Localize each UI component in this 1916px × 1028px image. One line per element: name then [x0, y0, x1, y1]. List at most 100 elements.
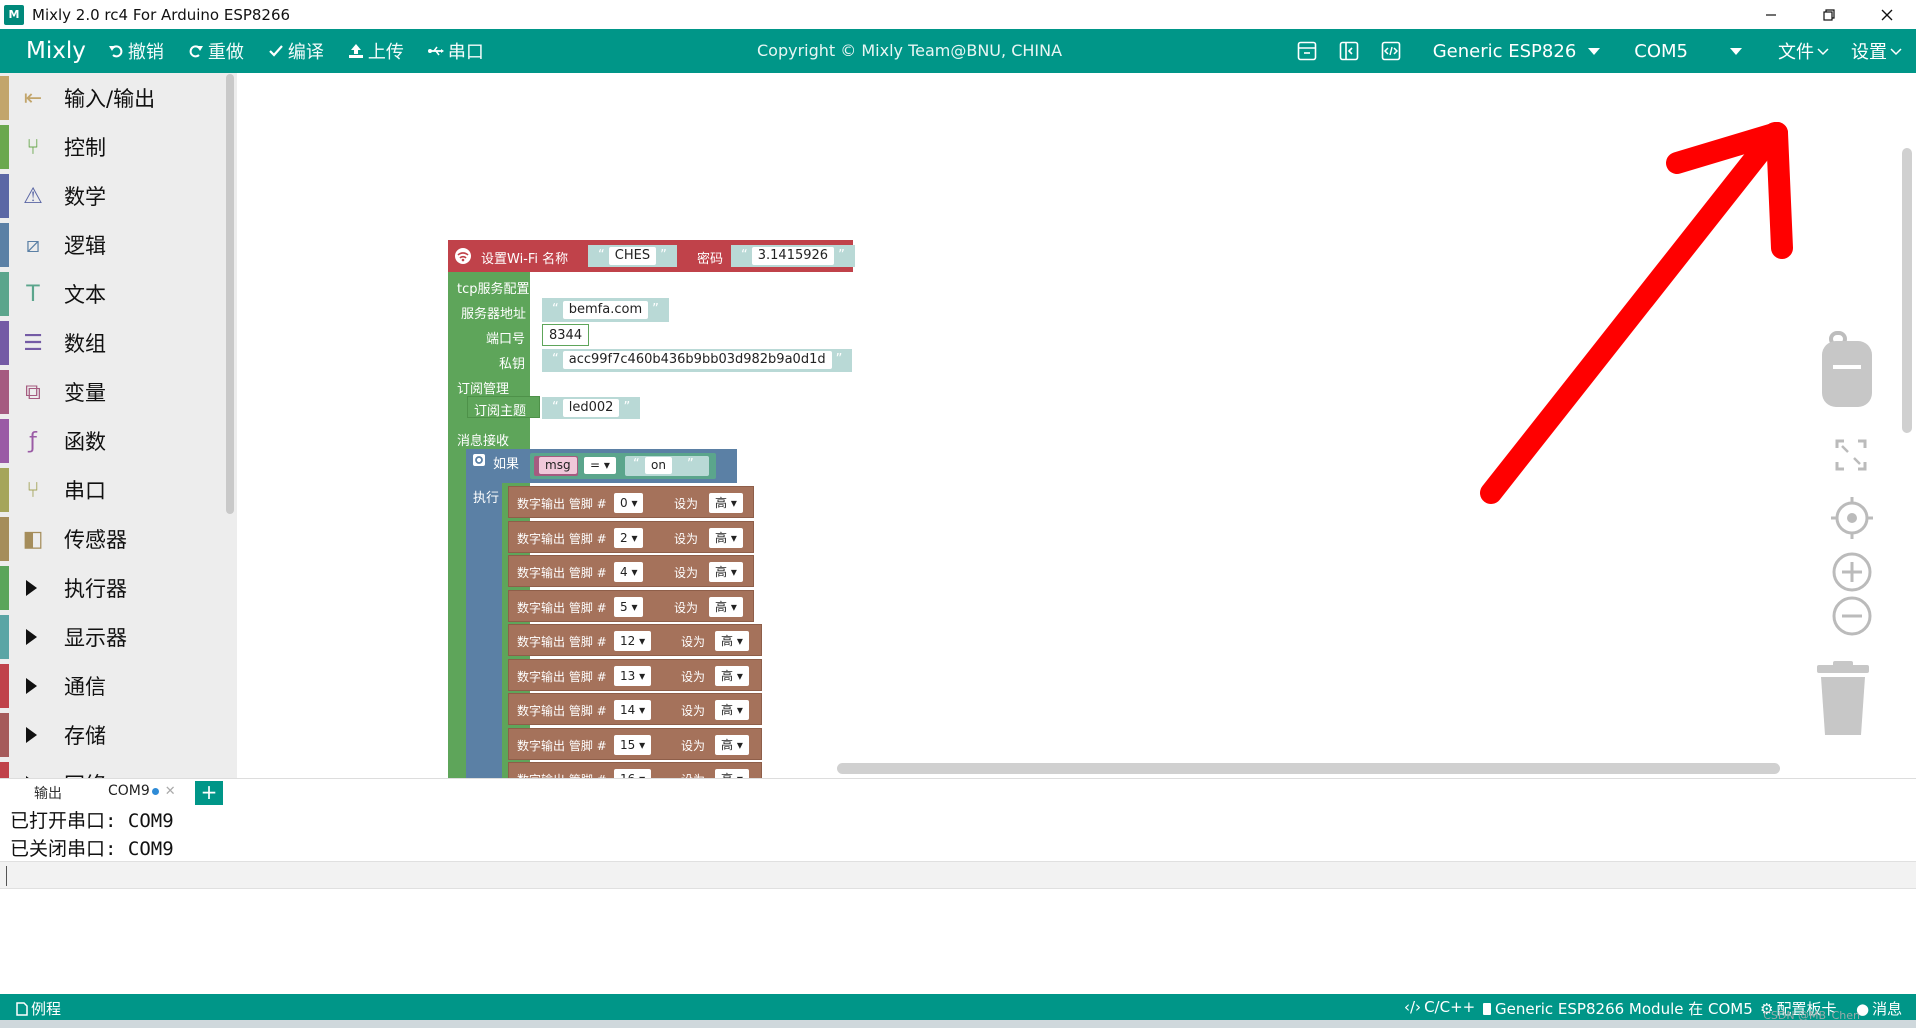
workspace-horizontal-scrollbar[interactable] — [837, 763, 1780, 774]
category-folder[interactable]: 执行器 — [0, 564, 226, 612]
category-logic[interactable]: ⧄ 逻辑 — [0, 221, 226, 269]
level-dropdown[interactable]: 高 ▾ — [715, 631, 749, 651]
category-control[interactable]: ⑂ 控制 — [0, 123, 226, 171]
category-function[interactable]: ƒ 函数 — [0, 417, 226, 465]
compare-block[interactable]: msg = ▾ “ on ” — [530, 453, 716, 479]
wifi-ssid-value[interactable]: CHES — [608, 247, 657, 265]
zoom-in-icon[interactable] — [1831, 551, 1873, 593]
serial-button[interactable]: 串口 — [427, 38, 484, 64]
close-tab-icon[interactable]: ✕ — [165, 784, 176, 799]
board-status[interactable]: Generic ESP8266 Module 在 COM5 — [1482, 998, 1753, 1019]
minimize-button[interactable] — [1742, 0, 1800, 29]
if-block[interactable]: 如果 msg = ▾ “ on ” — [466, 449, 737, 483]
level-dropdown[interactable]: 高 ▾ — [709, 562, 743, 582]
layout-top-button[interactable] — [1295, 39, 1319, 63]
pin-dropdown[interactable]: 12 ▾ — [614, 631, 652, 651]
set-to-label: 设为 — [674, 497, 699, 511]
pin-dropdown[interactable]: 14 ▾ — [614, 700, 652, 720]
digital-write-block[interactable]: 数字输出 管脚 # 0 ▾ 设为高 ▾ — [508, 486, 754, 518]
pin-dropdown[interactable]: 5 ▾ — [614, 596, 644, 617]
wifi-password-value[interactable]: 3.1415926 — [751, 247, 835, 265]
digital-write-block[interactable]: 数字输出 管脚 # 14 ▾ 设为高 ▾ — [508, 693, 762, 725]
msg-variable[interactable]: msg — [534, 456, 578, 476]
category-folder[interactable]: 网络 — [0, 760, 226, 778]
compile-button[interactable]: 编译 — [268, 38, 324, 64]
fullscreen-icon[interactable] — [1834, 438, 1868, 472]
blockly-workspace[interactable]: 设置Wi-Fi 名称 “CHES” 密码 “3.1415926” tcp服务配置… — [237, 73, 1916, 778]
recenter-icon[interactable] — [1831, 497, 1873, 539]
console-input[interactable] — [0, 861, 1916, 889]
pin-dropdown[interactable]: 13 ▾ — [614, 665, 652, 686]
messages-button[interactable]: ● 消息 — [1856, 998, 1902, 1019]
backpack-icon[interactable] — [1819, 331, 1875, 411]
tab-com9[interactable]: COM9 ✕ — [108, 783, 176, 799]
server-address-value[interactable]: bemfa.com — [562, 301, 649, 319]
pin-dropdown[interactable]: 15 ▾ — [614, 734, 652, 755]
upload-button[interactable]: 上传 — [348, 38, 404, 64]
digital-write-label: 数字输出 管脚 # — [517, 635, 607, 649]
close-button[interactable] — [1858, 0, 1916, 29]
compare-value[interactable]: on — [645, 457, 672, 474]
digital-write-block[interactable]: 数字输出 管脚 # 13 ▾ 设为高 ▾ — [508, 658, 762, 691]
pin-dropdown[interactable]: 16 ▾ — [614, 769, 652, 778]
wifi-ssid-field[interactable]: “CHES” — [588, 245, 677, 267]
undo-button[interactable]: 撤销 — [108, 38, 164, 64]
compare-operator[interactable]: = ▾ — [584, 457, 616, 474]
subscribe-topic-value[interactable]: led002 — [562, 399, 620, 417]
category-variable[interactable]: ⧉ 变量 — [0, 368, 226, 416]
wifi-setup-block[interactable]: 设置Wi-Fi 名称 “CHES” 密码 “3.1415926” — [448, 240, 855, 272]
category-sensor[interactable]: ◧ 传感器 — [0, 515, 226, 563]
category-folder[interactable]: 存储 — [0, 711, 226, 759]
digital-write-block[interactable]: 数字输出 管脚 # 16 ▾ 设为 高 ▾ — [508, 762, 762, 778]
pin-dropdown[interactable]: 4 ▾ — [614, 562, 644, 582]
level-dropdown[interactable]: 高 ▾ — [715, 665, 749, 686]
wifi-password-label: 密码 — [697, 252, 724, 267]
file-menu[interactable]: 文件 — [1778, 38, 1829, 64]
private-key-value[interactable]: acc99f7c460b436b9bb03d982b9a0d1d — [562, 351, 832, 369]
code-view-button[interactable] — [1379, 39, 1403, 63]
level-dropdown[interactable]: 高 ▾ — [715, 734, 749, 755]
digital-write-block[interactable]: 数字输出 管脚 # 15 ▾ 设为高 ▾ — [508, 727, 762, 760]
trash-icon[interactable] — [1815, 661, 1871, 737]
digital-write-block[interactable]: 数字输出 管脚 # 2 ▾ 设为高 ▾ — [508, 520, 754, 553]
level-dropdown[interactable]: 高 ▾ — [709, 493, 743, 513]
port-number-value[interactable]: 8344 — [549, 328, 582, 343]
digital-write-block[interactable]: 数字输出 管脚 # 5 ▾ 设为高 ▾ — [508, 589, 754, 622]
level-dropdown[interactable]: 高 ▾ — [715, 700, 749, 720]
wifi-password-field[interactable]: “3.1415926” — [731, 245, 855, 267]
pin-dropdown[interactable]: 0 ▾ — [614, 493, 644, 513]
category-math[interactable]: ⚠ 数学 — [0, 172, 226, 220]
pin-dropdown[interactable]: 2 ▾ — [614, 527, 644, 548]
category-text[interactable]: T 文本 — [0, 270, 226, 318]
level-dropdown[interactable]: 高 ▾ — [709, 527, 743, 548]
digital-write-block[interactable]: 数字输出 管脚 # 4 ▾ 设为高 ▾ — [508, 555, 754, 587]
toolbox-scrollbar[interactable] — [226, 74, 234, 514]
category-folder[interactable]: 显示器 — [0, 613, 226, 661]
private-key-field[interactable]: “acc99f7c460b436b9bb03d982b9a0d1d” — [542, 349, 853, 372]
language-indicator[interactable]: ‹/› C/C++ — [1404, 998, 1475, 1016]
tab-output[interactable]: 输出 — [34, 783, 62, 803]
add-tab-button[interactable]: + — [195, 781, 223, 805]
examples-button[interactable]: 例程 — [16, 998, 61, 1019]
board-select[interactable]: Generic ESP826 — [1433, 41, 1601, 62]
digital-write-block[interactable]: 数字输出 管脚 # 12 ▾ 设为高 ▾ — [508, 624, 762, 656]
level-dropdown[interactable]: 高 ▾ — [709, 596, 743, 617]
subscribe-topic-field[interactable]: “led002” — [542, 397, 641, 419]
settings-menu[interactable]: 设置 — [1851, 38, 1902, 64]
level-dropdown[interactable]: 高 ▾ — [715, 769, 749, 778]
layout-side-button[interactable] — [1337, 39, 1361, 63]
category-io[interactable]: ⇤ 输入/输出 — [0, 74, 226, 122]
port-number-field[interactable]: 8344 — [542, 324, 590, 346]
expand-arrow-icon — [26, 580, 37, 596]
category-folder[interactable]: 通信 — [0, 662, 226, 710]
redo-button[interactable]: 重做 — [188, 38, 244, 64]
port-select[interactable]: COM5 — [1634, 41, 1742, 62]
restore-button[interactable] — [1800, 0, 1858, 29]
server-address-field[interactable]: “bemfa.com” — [542, 298, 669, 322]
category-list[interactable]: ☰ 数组 — [0, 319, 226, 367]
zoom-out-icon[interactable] — [1831, 595, 1873, 637]
compare-value-field[interactable]: “ on ” — [625, 456, 709, 476]
workspace-vertical-scrollbar[interactable] — [1902, 148, 1912, 433]
category-serial[interactable]: ⑂ 串口 — [0, 466, 226, 514]
subscribe-topic-block[interactable]: 订阅主题 — [467, 396, 540, 419]
